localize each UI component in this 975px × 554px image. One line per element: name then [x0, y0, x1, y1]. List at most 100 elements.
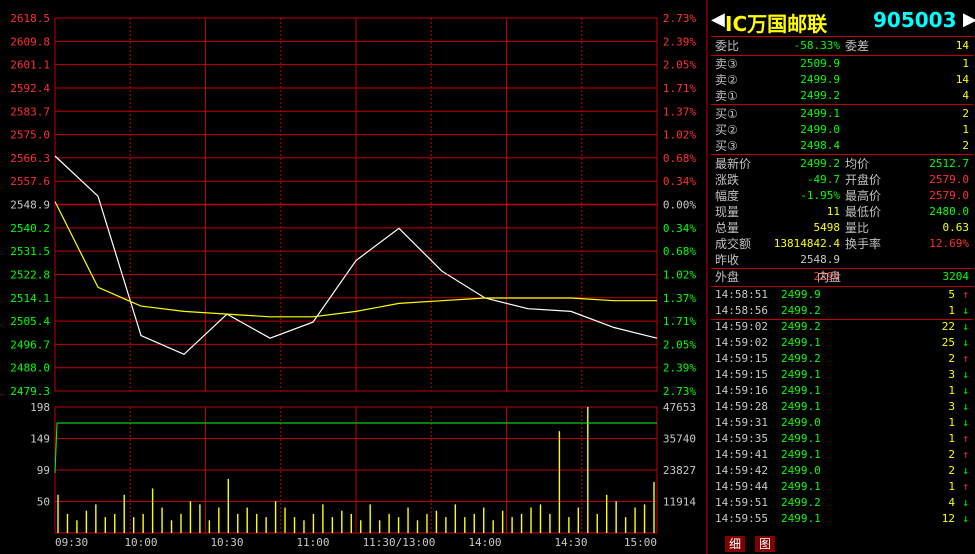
price-tick-label: 2609.8 — [10, 35, 50, 48]
waipan-row: 外盘 2294 内盘 3204 — [711, 269, 973, 285]
arrow-down-icon: ↓ — [962, 336, 969, 349]
tick-time: 14:59:35 — [715, 432, 768, 445]
time-axis-label: 10:30 — [210, 536, 243, 549]
stat-row: 最新价 2499.2 均价 2512.7 — [711, 156, 973, 172]
tick-time: 14:58:56 — [715, 304, 768, 317]
price-tick-label: 2557.6 — [10, 175, 50, 188]
waipan-label: 外盘 — [715, 270, 740, 284]
price-tick-label: 2505.4 — [10, 315, 50, 328]
tick-price: 2499.1 — [781, 432, 821, 445]
pct-tick-label: 1.71% — [663, 82, 696, 95]
tab-chart[interactable]: 图 — [755, 536, 776, 552]
tick-price: 2499.0 — [781, 464, 821, 477]
tick-qty: 1 — [948, 304, 955, 317]
divider — [711, 36, 973, 37]
arrow-down-icon: ↓ — [962, 368, 969, 381]
tick-qty: 3 — [948, 368, 955, 381]
tick-price: 2499.1 — [781, 384, 821, 397]
volume-tick-label-right: 35740 — [663, 433, 696, 446]
book-price: 2499.9 — [800, 73, 840, 86]
tick-qty: 22 — [941, 320, 955, 333]
price-tick-label: 2575.0 — [10, 129, 50, 142]
book-label: 买③ — [715, 139, 738, 153]
stat-label: 最新价 — [715, 157, 752, 171]
stat-label: 总量 — [715, 221, 740, 235]
price-tick-label: 2618.5 — [10, 12, 50, 25]
intraday-chart[interactable]: 2618.5 2.73% 2609.8 2.39% 2601.1 2.05% 2592.4 1… — [0, 0, 711, 554]
stat-label: 幅度 — [715, 189, 740, 203]
volume-tick-label: 149 — [30, 433, 50, 446]
stat-label: 成交额 — [715, 237, 752, 251]
tick-row: 14:58:56 2499.2 1 ↓ — [711, 303, 973, 320]
tick-price: 2499.2 — [781, 352, 821, 365]
tick-price: 2499.2 — [781, 320, 821, 333]
stat-value: 11 — [826, 205, 840, 218]
prev-arrow-icon[interactable]: ◀ — [711, 9, 725, 30]
arrow-down-icon: ↓ — [962, 400, 969, 413]
stat-row: 涨跌 -49.7 开盘价 2579.0 — [711, 172, 973, 188]
time-axis-label: 09:30 — [55, 536, 88, 549]
price-tick-label: 2601.1 — [10, 59, 50, 72]
stat-value: 2579.0 — [929, 173, 969, 186]
price-tick-label: 2479.3 — [10, 385, 50, 398]
tick-row: 14:59:51 2499.2 4 ↓ — [711, 495, 973, 511]
price-tick-label: 2531.5 — [10, 245, 50, 258]
instrument-code: 905003 — [873, 8, 957, 32]
divider — [711, 154, 973, 155]
stat-value: 2499.2 — [800, 157, 840, 170]
tick-row: 14:59:42 2499.0 2 ↓ — [711, 463, 973, 479]
next-arrow-icon[interactable]: ▶ — [963, 9, 975, 30]
book-price: 2498.4 — [800, 139, 840, 152]
tick-price: 2499.1 — [781, 368, 821, 381]
book-label: 卖② — [715, 73, 738, 87]
tick-time: 14:59:15 — [715, 352, 768, 365]
price-tick-label: 2548.9 — [10, 199, 50, 212]
arrow-down-icon: ↓ — [962, 496, 969, 509]
book-price: 2499.1 — [800, 107, 840, 120]
sell-level-row: 卖② 2499.9 14 — [711, 72, 973, 88]
stat-label: 现量 — [715, 205, 740, 219]
tick-row: 14:59:28 2499.1 3 ↓ — [711, 399, 973, 415]
tick-row: 14:59:02 2499.1 25 ↓ — [711, 335, 973, 351]
title-bar: ◀ IC万国邮联 905003 ▶ — [711, 4, 975, 36]
tick-row: 14:59:55 2499.1 12 ↓ — [711, 511, 973, 527]
volume-tick-label: 99 — [37, 464, 50, 477]
tick-row: 14:59:44 2499.1 1 ↑ — [711, 479, 973, 495]
tick-time: 14:59:41 — [715, 448, 768, 461]
tab-detail[interactable]: 细 — [725, 536, 746, 552]
price-tick-label: 2522.8 — [10, 268, 50, 281]
tick-qty: 2 — [948, 464, 955, 477]
tick-qty: 2 — [948, 448, 955, 461]
tick-price: 2499.1 — [781, 336, 821, 349]
book-qty: 1 — [962, 123, 969, 136]
pct-tick-label: 0.34% — [663, 222, 696, 235]
arrow-up-icon: ↑ — [962, 432, 969, 445]
pct-tick-label: 1.37% — [663, 292, 696, 305]
book-qty: 4 — [962, 89, 969, 102]
quote-panel: ◀ IC万国邮联 905003 ▶ 委比 -58.33% 委差 14 卖③ 250… — [711, 0, 975, 554]
volume-tick-label: 198 — [30, 401, 50, 414]
weibi-label: 委比 — [715, 39, 740, 53]
pct-tick-label: 1.02% — [663, 268, 696, 281]
price-tick-label: 2540.2 — [10, 222, 50, 235]
pct-tick-label: 2.73% — [663, 12, 696, 25]
pct-tick-label: 0.68% — [663, 245, 696, 258]
pct-tick-label: 1.71% — [663, 315, 696, 328]
neipan-label: 内盘 — [817, 270, 842, 284]
tick-price: 2499.2 — [781, 304, 821, 317]
price-tick-label: 2488.0 — [10, 362, 50, 375]
pct-tick-label: 1.37% — [663, 105, 696, 118]
book-label: 买① — [715, 107, 738, 121]
volume-tick-label: 50 — [37, 496, 50, 509]
price-tick-label: 2592.4 — [10, 82, 50, 95]
stat-value: -1.95% — [800, 189, 840, 202]
tick-qty: 5 — [948, 288, 955, 301]
tick-time: 14:59:51 — [715, 496, 768, 509]
time-axis-label: 10:00 — [124, 536, 157, 549]
stat-value: 2548.9 — [800, 253, 840, 266]
tick-row: 14:59:41 2499.1 2 ↑ — [711, 447, 973, 463]
book-qty: 2 — [962, 139, 969, 152]
stat-value: -49.7 — [806, 173, 840, 186]
arrow-up-icon: ↑ — [962, 448, 969, 461]
divider — [711, 104, 973, 105]
